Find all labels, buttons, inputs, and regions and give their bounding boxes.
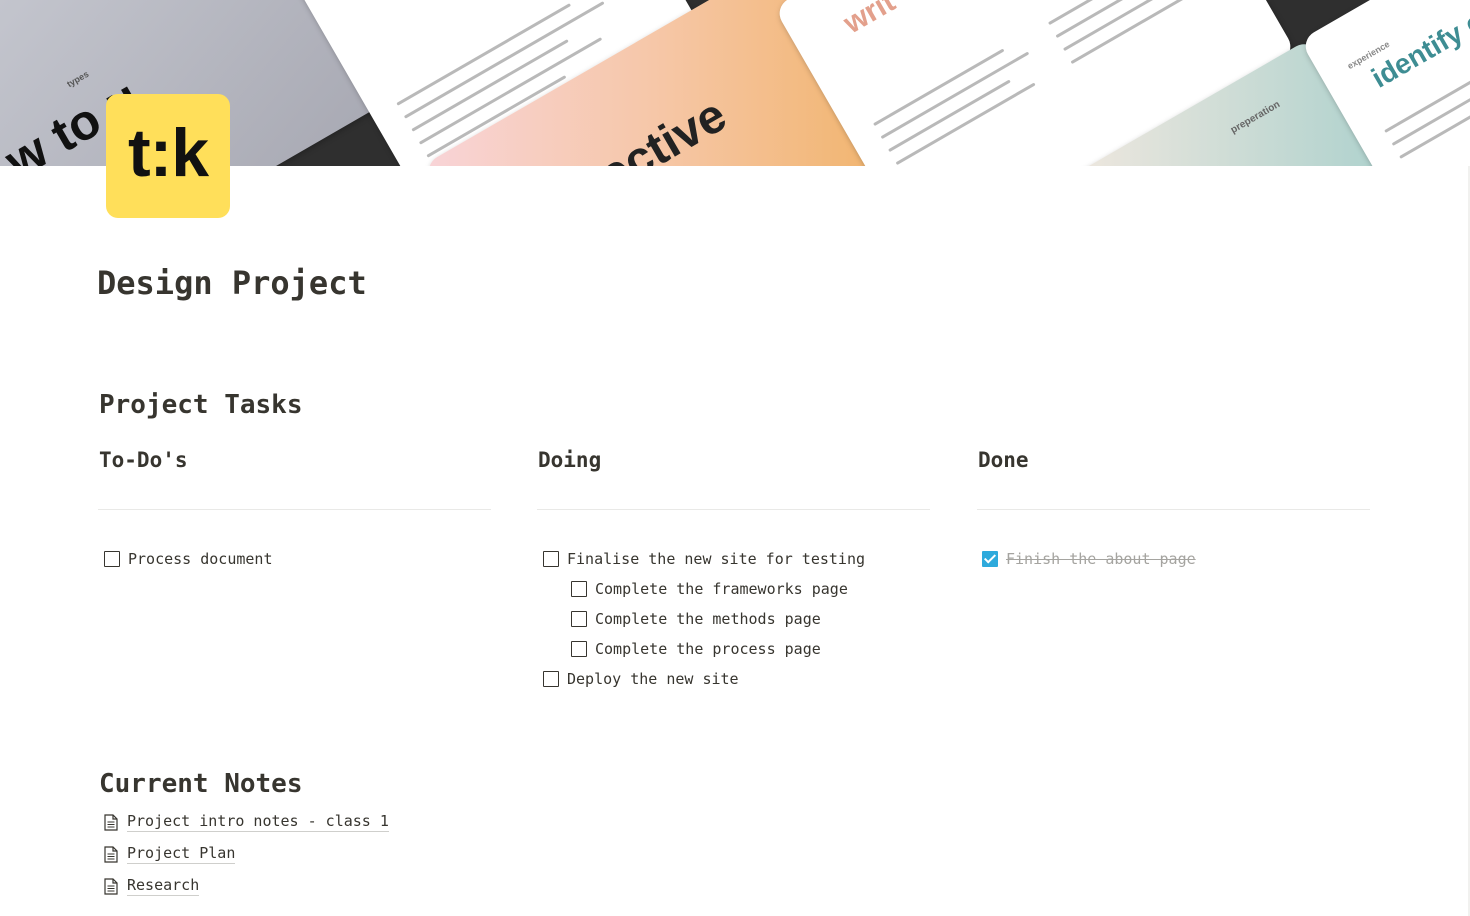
column-divider bbox=[977, 509, 1370, 510]
todo-label: Deploy the new site bbox=[567, 670, 739, 688]
checkbox-checked-icon[interactable] bbox=[982, 551, 998, 567]
page-link-label: Project Plan bbox=[127, 844, 236, 864]
column-divider bbox=[98, 509, 491, 510]
todo-label: Complete the frameworks page bbox=[595, 580, 848, 598]
column-title-todo: To-Do's bbox=[99, 448, 188, 472]
document-icon bbox=[104, 845, 118, 863]
logo-text: t:k bbox=[127, 115, 209, 191]
column-title-done: Done bbox=[978, 448, 1029, 472]
document-icon bbox=[104, 813, 118, 831]
checkbox-icon[interactable] bbox=[543, 551, 559, 567]
column-divider bbox=[537, 509, 930, 510]
todo-label: Complete the methods page bbox=[595, 610, 821, 628]
page-icon[interactable]: t:k bbox=[106, 94, 230, 218]
todo-label: Process document bbox=[128, 550, 273, 568]
document-icon bbox=[104, 877, 118, 895]
page-title[interactable]: Design Project bbox=[97, 264, 367, 302]
todo-item[interactable]: Finalise the new site for testing bbox=[543, 548, 865, 570]
page-link[interactable]: Project Plan bbox=[104, 844, 236, 864]
page-link-label: Project intro notes - class 1 bbox=[127, 812, 389, 832]
checkbox-icon[interactable] bbox=[104, 551, 120, 567]
todo-label: Complete the process page bbox=[595, 640, 821, 658]
checkbox-icon[interactable] bbox=[571, 611, 587, 627]
section-heading-current-notes: Current Notes bbox=[99, 769, 303, 799]
page-link[interactable]: Project intro notes - class 1 bbox=[104, 812, 389, 832]
todo-item[interactable]: Complete the frameworks page bbox=[571, 578, 848, 600]
column-title-doing: Doing bbox=[538, 448, 602, 472]
checkbox-icon[interactable] bbox=[571, 641, 587, 657]
checkbox-icon[interactable] bbox=[571, 581, 587, 597]
todo-label: Finalise the new site for testing bbox=[567, 550, 866, 568]
page-link[interactable]: Research bbox=[104, 876, 200, 896]
todo-item[interactable]: Complete the methods page bbox=[571, 608, 821, 630]
todo-item[interactable]: Process document bbox=[104, 548, 273, 570]
todo-label: Finish the about page bbox=[1006, 550, 1196, 568]
todo-item[interactable]: Deploy the new site bbox=[543, 668, 739, 690]
checkbox-icon[interactable] bbox=[543, 671, 559, 687]
section-heading-project-tasks: Project Tasks bbox=[99, 390, 303, 420]
todo-item[interactable]: Complete the process page bbox=[571, 638, 821, 660]
page-link-label: Research bbox=[127, 876, 200, 896]
todo-item[interactable]: Finish the about page bbox=[982, 548, 1196, 570]
